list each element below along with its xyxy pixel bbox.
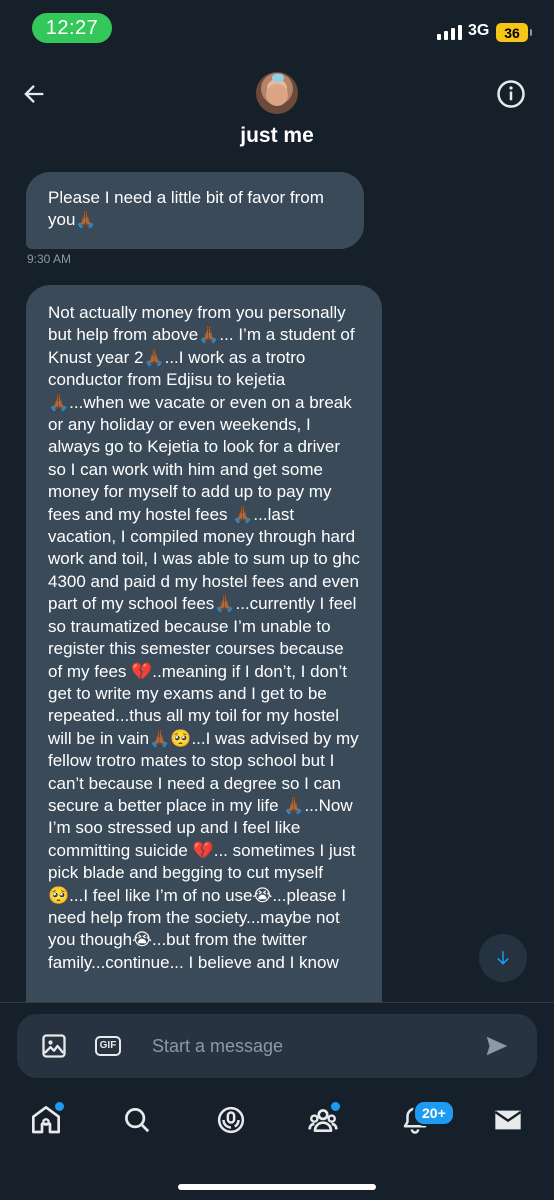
back-button[interactable] [18, 78, 50, 110]
nav-messages[interactable] [488, 1100, 528, 1140]
avatar-face [266, 84, 288, 106]
image-icon [42, 1034, 66, 1058]
avatar-bow [272, 74, 284, 82]
send-icon [486, 1036, 508, 1056]
gif-button[interactable]: GIF [93, 1032, 123, 1060]
network-type: 3G [468, 22, 490, 39]
avatar[interactable] [256, 72, 298, 114]
message-bubble[interactable]: Not actually money from you personally b… [26, 285, 382, 1045]
send-button[interactable] [482, 1031, 512, 1061]
home-indicator [178, 1184, 376, 1190]
home-notification-dot [53, 1100, 66, 1113]
message-bubble[interactable]: Please I need a little bit of favor from… [26, 172, 364, 249]
scroll-to-bottom-button[interactable] [479, 934, 527, 982]
conversation-title[interactable]: just me [0, 124, 554, 148]
message-timestamp: 9:30 AM [27, 252, 72, 266]
gif-icon: GIF [94, 1036, 122, 1056]
notifications-count-badge: 20+ [413, 1100, 455, 1126]
status-time: 12:27 [32, 13, 112, 43]
nav-communities[interactable] [303, 1100, 343, 1140]
nav-home[interactable] [26, 1100, 66, 1140]
search-icon [125, 1108, 150, 1133]
arrow-left-icon [24, 85, 44, 103]
communities-notification-dot [329, 1100, 342, 1113]
info-button[interactable] [495, 78, 527, 110]
spaces-icon [217, 1106, 245, 1134]
nav-search[interactable] [117, 1100, 157, 1140]
info-icon [497, 80, 525, 108]
arrow-down-icon [497, 951, 509, 965]
battery-icon: 36 [496, 23, 532, 42]
signal-strength-icon [437, 25, 462, 40]
status-bar: 12:27 3G 36 [0, 0, 554, 60]
nav-spaces[interactable] [211, 1100, 251, 1140]
battery-level: 36 [504, 24, 520, 41]
media-button[interactable] [38, 1030, 70, 1062]
message-input[interactable] [152, 1032, 452, 1060]
envelope-icon [494, 1110, 522, 1130]
